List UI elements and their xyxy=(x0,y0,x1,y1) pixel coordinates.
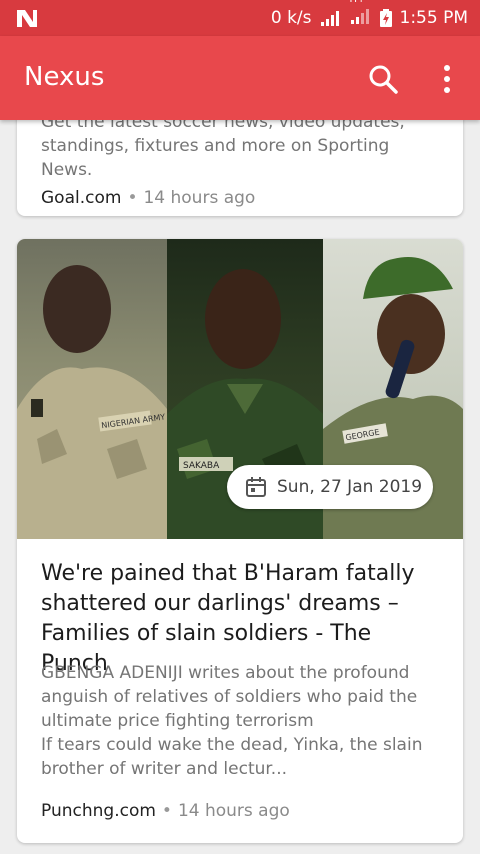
search-icon[interactable] xyxy=(366,62,400,96)
image-label-sakaba: SAKABA xyxy=(183,461,220,471)
app-title: Nexus xyxy=(24,62,105,92)
news-card[interactable]: Get the latest soccer news, video update… xyxy=(17,120,463,216)
separator-dot: • xyxy=(161,801,172,821)
separator-dot: • xyxy=(127,188,138,208)
network-speed: 0 k/s xyxy=(270,8,312,28)
card-source[interactable]: Punchng.com xyxy=(41,801,156,821)
news-feed[interactable]: Get the latest soccer news, video update… xyxy=(0,120,480,854)
signal-strength-icon xyxy=(320,11,339,26)
card-description: Get the latest soccer news, video update… xyxy=(41,120,405,180)
clock: 1:55 PM xyxy=(399,8,469,28)
app-bar: Nexus xyxy=(0,36,480,120)
card-time: 14 hours ago xyxy=(143,188,256,208)
status-indicators: 0 k/s H+ 1:55 PM xyxy=(271,0,468,36)
mobile-data-indicator: H+ xyxy=(350,0,372,29)
mobile-signal-icon xyxy=(350,8,369,24)
news-card[interactable]: NIGERIAN ARMY SAKABA GEORGE Sun, 27 Jan … xyxy=(17,239,463,843)
status-bar: 0 k/s H+ 1:55 PM xyxy=(0,0,480,36)
card-source-row: Goal.com • 14 hours ago xyxy=(41,188,255,208)
network-type: H+ xyxy=(350,0,366,5)
card-source[interactable]: Goal.com xyxy=(41,188,121,208)
soldier-photo-left: NIGERIAN ARMY xyxy=(17,239,167,539)
card-time: 14 hours ago xyxy=(177,801,290,821)
date-chip: Sun, 27 Jan 2019 xyxy=(227,465,433,509)
card-source-row: Punchng.com • 14 hours ago xyxy=(41,801,290,821)
card-description: GBENGA ADENIJI writes about the profound… xyxy=(41,663,423,779)
battery-charging-icon xyxy=(379,9,392,27)
card-date: Sun, 27 Jan 2019 xyxy=(277,477,423,497)
calendar-icon xyxy=(246,477,266,497)
notification-logo-icon xyxy=(17,10,37,27)
more-vert-icon[interactable] xyxy=(436,62,458,96)
